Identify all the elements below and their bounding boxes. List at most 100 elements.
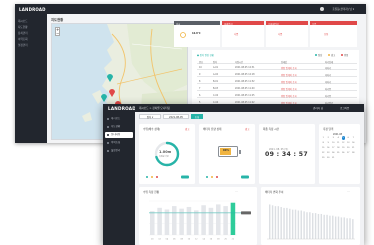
date-input[interactable]: 2021-08-05 xyxy=(163,114,189,119)
sidebar-item-dashboard[interactable]: 대시보드 xyxy=(105,116,133,122)
bar[interactable] xyxy=(352,219,354,239)
bar[interactable] xyxy=(286,207,288,239)
calendar-day[interactable]: 20 xyxy=(346,147,351,149)
calendar-day[interactable]: 24 xyxy=(331,152,336,154)
bar[interactable] xyxy=(337,216,340,239)
calendar-day[interactable]: 13 xyxy=(346,142,351,144)
bar[interactable] xyxy=(291,209,294,239)
chart-options-icon[interactable]: ⋯ xyxy=(235,189,238,193)
bar[interactable] xyxy=(208,207,214,235)
bar[interactable] xyxy=(306,212,308,239)
sidebar-item-dashboard[interactable]: 대시보드 xyxy=(18,19,28,23)
bar[interactable] xyxy=(329,215,331,239)
sidebar-item-settings[interactable]: 설정관리 xyxy=(105,148,133,154)
bar[interactable] xyxy=(303,211,305,239)
calendar-day[interactable]: 4 xyxy=(336,137,341,139)
bar[interactable] xyxy=(289,208,291,239)
app-logo[interactable]: LANDROAD xyxy=(108,106,136,111)
calendar-day[interactable]: 7 xyxy=(351,137,356,139)
bar[interactable] xyxy=(323,214,325,239)
sidebar-item-map[interactable]: 지도현황 xyxy=(18,25,28,29)
map-marker-icon[interactable] xyxy=(109,89,115,97)
bar[interactable] xyxy=(186,206,192,235)
bar[interactable] xyxy=(334,216,337,239)
bar[interactable] xyxy=(343,217,345,239)
bar[interactable] xyxy=(179,208,184,235)
bar[interactable] xyxy=(172,206,177,235)
calendar-day[interactable]: 25 xyxy=(336,152,341,154)
table-row[interactable]: 7 B-03 2021.08.05 11:40 위험 임계치 초과 처리중 xyxy=(197,86,357,91)
bar[interactable] xyxy=(280,207,282,239)
bar[interactable] xyxy=(201,205,206,235)
calendar-day[interactable]: 11 xyxy=(336,142,341,144)
calendar-day[interactable]: 15 xyxy=(321,147,326,149)
bar[interactable] xyxy=(150,211,155,235)
bar[interactable] xyxy=(332,215,334,239)
bar[interactable] xyxy=(349,218,351,239)
calendar-day[interactable]: 17 xyxy=(331,147,336,149)
calendar-day[interactable]: 10 xyxy=(331,142,336,144)
user-avatar-icon[interactable] xyxy=(320,6,324,11)
calendar-day[interactable]: 29 xyxy=(321,157,326,159)
bar[interactable] xyxy=(294,209,297,239)
table-row[interactable]: 6 C-02 2021.08.05 11:25 위험 임계치 초과 처리중 xyxy=(197,93,357,98)
calendar-day[interactable]: 22 xyxy=(321,152,326,154)
calendar-day[interactable]: 23 xyxy=(326,152,331,154)
bar[interactable] xyxy=(314,213,317,239)
bar[interactable] xyxy=(309,212,311,239)
sidebar-item-settings[interactable]: 설정관리 xyxy=(18,43,28,47)
calendar-day[interactable]: 18 xyxy=(336,147,341,149)
bar[interactable] xyxy=(216,204,221,235)
user-name[interactable]: 관리자 님 xyxy=(313,106,323,110)
bar[interactable] xyxy=(317,213,320,239)
bar[interactable] xyxy=(164,209,170,236)
calendar-day[interactable]: 26 xyxy=(341,152,346,154)
calendar-day[interactable]: 30 xyxy=(326,157,331,159)
table-row[interactable]: 10 A-01 2021.08.05 12:31 위험 임계치 초과 미처리 xyxy=(197,65,357,70)
logout-button[interactable]: 로그아웃 xyxy=(340,106,349,110)
chart-options-icon[interactable]: ⋯ xyxy=(347,189,350,193)
bar[interactable] xyxy=(274,206,277,239)
sidebar-item-history[interactable]: 이력조회 xyxy=(105,140,133,146)
bar[interactable] xyxy=(223,206,228,235)
bar[interactable] xyxy=(194,210,199,235)
calendar-day[interactable]: 2 xyxy=(326,137,331,139)
bar[interactable] xyxy=(230,202,236,235)
bar[interactable] xyxy=(283,207,285,239)
calendar-day[interactable]: 16 xyxy=(326,147,331,149)
bar[interactable] xyxy=(271,205,274,239)
calendar-day[interactable]: 6 xyxy=(346,137,351,139)
map-marker-icon[interactable] xyxy=(107,74,113,82)
bar[interactable] xyxy=(300,210,302,240)
calendar-day[interactable]: 3 xyxy=(331,137,336,139)
calendar-day[interactable]: 1 xyxy=(321,137,326,139)
calendar-day[interactable]: 8 xyxy=(321,142,326,144)
sidebar-item-devices[interactable]: 장치관리 xyxy=(18,31,28,35)
bar[interactable] xyxy=(277,206,280,239)
device-select[interactable]: 장치 ▾ xyxy=(139,114,161,119)
calendar-day[interactable]: 21 xyxy=(351,147,356,149)
bar[interactable] xyxy=(312,213,314,239)
sidebar-item-map[interactable]: 지도현황 xyxy=(105,124,133,130)
search-button[interactable]: 조회 xyxy=(191,114,203,119)
bar[interactable] xyxy=(157,207,162,235)
map-marker-icon[interactable] xyxy=(101,94,107,102)
calendar-day[interactable]: 9 xyxy=(326,142,331,144)
user-menu[interactable]: 홍길동(관리자) 님 ▾ xyxy=(332,7,354,11)
calendar-day[interactable]: 14 xyxy=(351,142,356,144)
bar[interactable] xyxy=(340,217,343,239)
sidebar-item-monitoring[interactable]: 모니터링 xyxy=(105,132,133,138)
table-row[interactable]: 9 A-02 2021.08.05 12:18 위험 임계치 초과 미처리 xyxy=(197,72,357,77)
calendar-day[interactable]: 12 xyxy=(341,142,346,144)
calendar-day[interactable]: 31 xyxy=(331,157,336,159)
bar[interactable] xyxy=(320,213,323,239)
bar[interactable] xyxy=(326,214,328,239)
calendar-day[interactable]: 27 xyxy=(346,152,351,154)
bar[interactable] xyxy=(297,210,300,240)
sidebar-item-history[interactable]: 이력조회 xyxy=(18,37,28,41)
calendar-day[interactable]: 5 xyxy=(341,137,346,139)
bar[interactable] xyxy=(346,218,348,239)
bar[interactable] xyxy=(269,204,271,239)
calendar-day[interactable]: 19 xyxy=(341,147,346,149)
table-row[interactable]: 8 B-01 2021.08.05 11:52 위험 임계치 초과 미처리 xyxy=(197,79,357,84)
